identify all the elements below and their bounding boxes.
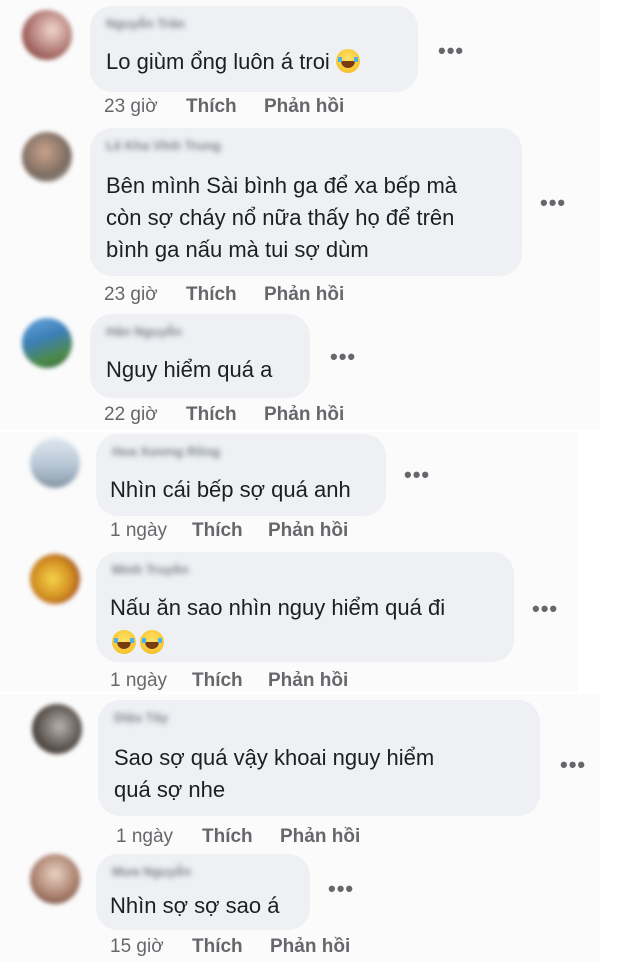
comment-time[interactable]: 23 giờ xyxy=(104,284,158,306)
reply-button[interactable]: Phản hồi xyxy=(268,520,348,542)
like-button[interactable]: Thích xyxy=(192,936,243,958)
comment-5: Minh Truyền Nấu ăn sao nhìn nguy hiểm qu… xyxy=(0,550,640,695)
more-options-icon[interactable]: ••• xyxy=(328,878,354,900)
emoji-row xyxy=(108,630,164,655)
comment-2: Lê Kha Vĩnh Trung Bên mình Sài bình ga đ… xyxy=(0,126,640,316)
like-button[interactable]: Thích xyxy=(186,284,237,306)
comment-4: Hoa Xương Rồng Nhìn cái bếp sợ quá anh •… xyxy=(0,432,640,550)
comment-time[interactable]: 1 ngày xyxy=(110,520,167,542)
reply-button[interactable]: Phản hồi xyxy=(264,96,344,118)
more-options-icon[interactable]: ••• xyxy=(438,40,464,62)
comment-text: Lo giùm ổng luôn á troi xyxy=(106,46,360,78)
more-options-icon[interactable]: ••• xyxy=(330,346,356,368)
comment-bubble: Hoa Xương Rồng Nhìn cái bếp sợ quá anh xyxy=(96,434,386,516)
avatar[interactable] xyxy=(32,704,82,754)
like-button[interactable]: Thích xyxy=(186,96,237,118)
comment-author[interactable]: Mưa Nguyễn xyxy=(112,864,191,879)
laughing-tears-emoji-icon xyxy=(112,630,136,654)
avatar[interactable] xyxy=(22,10,72,60)
more-options-icon[interactable]: ••• xyxy=(532,598,558,620)
comment-time[interactable]: 1 ngày xyxy=(116,826,173,848)
more-options-icon[interactable]: ••• xyxy=(560,754,586,776)
comment-text: Bên mình Sài bình ga để xa bếp mà còn sợ… xyxy=(106,170,457,266)
comment-time[interactable]: 22 giờ xyxy=(104,404,158,426)
reply-button[interactable]: Phản hồi xyxy=(264,404,344,426)
laughing-tears-emoji-icon xyxy=(140,630,164,654)
avatar[interactable] xyxy=(30,854,80,904)
comment-bubble: Minh Truyền Nấu ăn sao nhìn nguy hiểm qu… xyxy=(96,552,514,662)
comment-line: Lo giùm ổng luôn á troi xyxy=(106,49,330,74)
comment-author[interactable]: Nguyễn Trân xyxy=(106,16,185,31)
reply-button[interactable]: Phản hồi xyxy=(268,670,348,692)
comment-bubble: Diệu Tây Sao sợ quá vậy khoai nguy hiểm … xyxy=(98,700,540,816)
comment-bubble: Hân Nguyễn Nguy hiểm quá a xyxy=(90,314,310,398)
avatar[interactable] xyxy=(30,438,80,488)
comment-text: Nguy hiểm quá a xyxy=(106,357,273,382)
comment-line: còn sợ cháy nổ nữa thấy họ để trên xyxy=(106,205,455,230)
avatar[interactable] xyxy=(30,554,80,604)
comment-line: Bên mình Sài bình ga để xa bếp mà xyxy=(106,173,458,198)
like-button[interactable]: Thích xyxy=(192,670,243,692)
comment-6: Diệu Tây Sao sợ quá vậy khoai nguy hiểm … xyxy=(0,696,640,856)
comment-line: quá sợ nhe xyxy=(114,777,226,802)
more-options-icon[interactable]: ••• xyxy=(404,464,430,486)
reply-button[interactable]: Phản hồi xyxy=(280,826,360,848)
comment-line: bình ga nấu mà tui sợ dùm xyxy=(106,237,369,262)
comment-text: Nhìn sợ sợ sao á xyxy=(110,893,280,918)
comment-1: Nguyễn Trân Lo giùm ổng luôn á troi ••• … xyxy=(0,0,640,130)
comment-author[interactable]: Lê Kha Vĩnh Trung xyxy=(106,138,221,153)
comment-line: Sao sợ quá vậy khoai nguy hiểm xyxy=(114,745,435,770)
more-options-icon[interactable]: ••• xyxy=(540,192,566,214)
comment-bubble: Mưa Nguyễn Nhìn sợ sợ sao á xyxy=(96,854,310,930)
like-button[interactable]: Thích xyxy=(202,826,253,848)
comment-author[interactable]: Hân Nguyễn xyxy=(106,324,182,339)
comment-3: Hân Nguyễn Nguy hiểm quá a ••• 22 giờ Th… xyxy=(0,312,640,432)
comment-text: Nhìn cái bếp sợ quá anh xyxy=(110,477,351,502)
laughing-tears-emoji-icon xyxy=(335,49,360,73)
reply-button[interactable]: Phản hồi xyxy=(264,284,344,306)
like-button[interactable]: Thích xyxy=(186,404,237,426)
comment-time[interactable]: 15 giờ xyxy=(110,936,164,958)
comment-bubble: Nguyễn Trân Lo giùm ổng luôn á troi xyxy=(90,6,418,92)
comment-author[interactable]: Minh Truyền xyxy=(112,562,189,577)
comment-time[interactable]: 1 ngày xyxy=(110,670,167,692)
avatar[interactable] xyxy=(22,132,72,182)
comment-text: Sao sợ quá vậy khoai nguy hiểm quá sợ nh… xyxy=(114,742,434,806)
comment-author[interactable]: Hoa Xương Rồng xyxy=(112,444,220,459)
comment-text: Nấu ăn sao nhìn nguy hiểm quá đi xyxy=(110,595,446,620)
avatar[interactable] xyxy=(22,318,72,368)
comment-bubble: Lê Kha Vĩnh Trung Bên mình Sài bình ga đ… xyxy=(90,128,522,276)
comment-7: Mưa Nguyễn Nhìn sợ sợ sao á ••• 15 giờ T… xyxy=(0,852,640,962)
reply-button[interactable]: Phản hồi xyxy=(270,936,350,958)
comment-author[interactable]: Diệu Tây xyxy=(114,710,168,725)
like-button[interactable]: Thích xyxy=(192,520,243,542)
comment-time[interactable]: 23 giờ xyxy=(104,96,158,118)
